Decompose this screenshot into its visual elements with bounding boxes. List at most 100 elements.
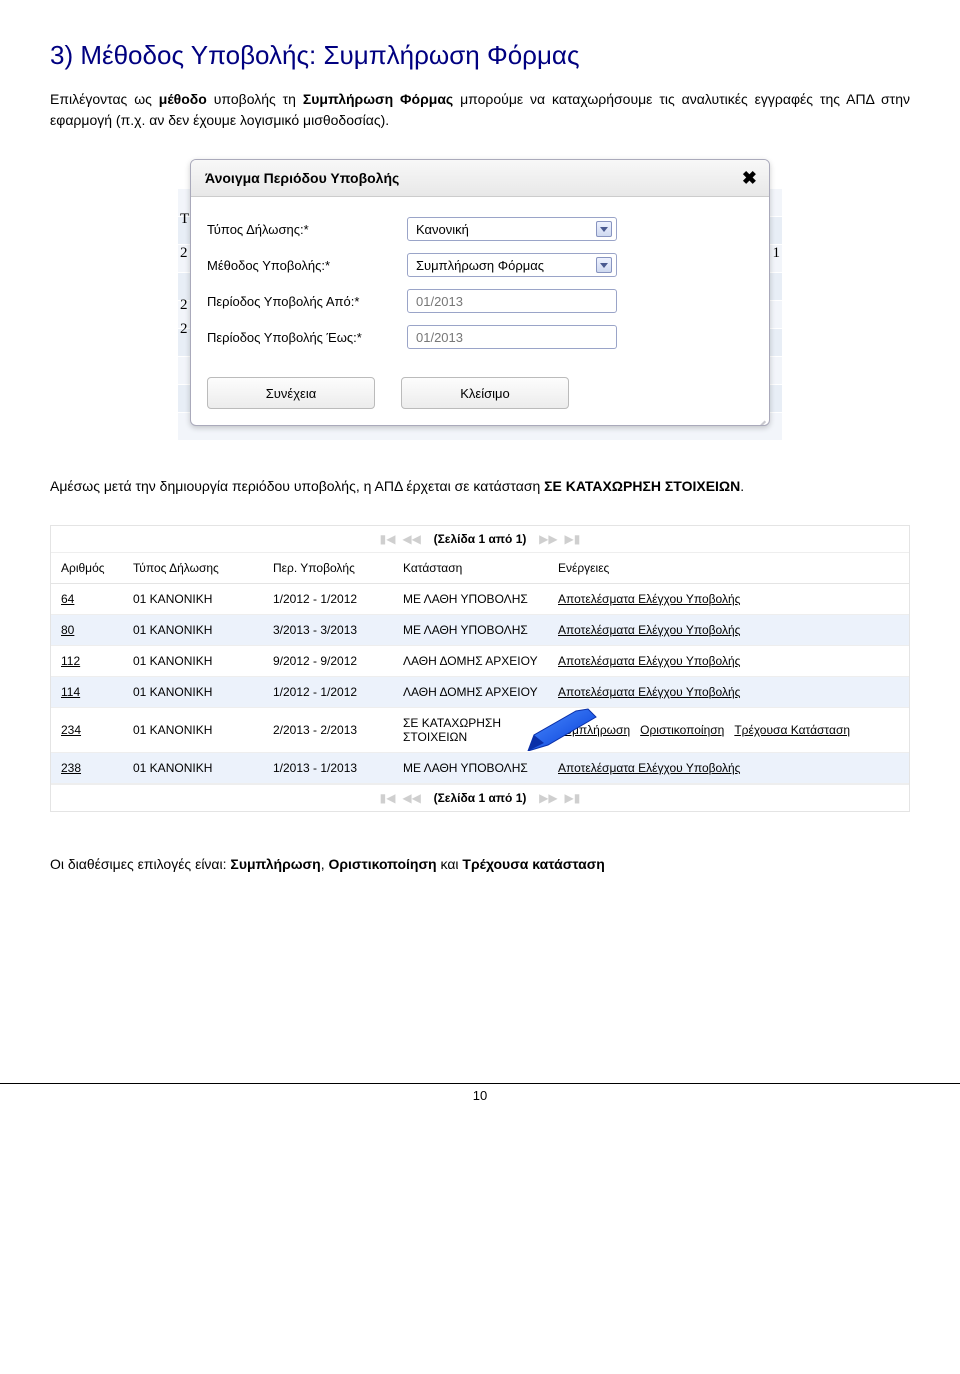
row-action-link[interactable]: Συμπλήρωση: [558, 723, 630, 737]
section-heading: 3) Μέθοδος Υποβολής: Συμπλήρωση Φόρμας: [50, 40, 910, 71]
pager-first-icon[interactable]: ▮◀: [378, 530, 398, 548]
pager-last-icon[interactable]: ▶▮: [562, 789, 582, 807]
row-type: 01 ΚΑΝΟΝΙΚΗ: [123, 708, 263, 753]
period-from-input[interactable]: [407, 289, 617, 313]
row-id-link[interactable]: 114: [61, 685, 80, 699]
resize-handle-icon[interactable]: [754, 410, 766, 422]
pager-top: ▮◀ ◀◀ (Σελίδα 1 από 1) ▶▶ ▶▮: [51, 526, 909, 553]
row-actions: Αποτελέσματα Ελέγχου Υποβολής: [548, 584, 909, 615]
pager-label: (Σελίδα 1 από 1): [426, 532, 535, 546]
row-period: 1/2013 - 1/2013: [263, 753, 393, 784]
page-footer: 10: [0, 1083, 960, 1133]
data-grid: ▮◀ ◀◀ (Σελίδα 1 από 1) ▶▶ ▶▮ Αριθμός Τύπ…: [50, 525, 910, 812]
period-to-input[interactable]: [407, 325, 617, 349]
pager-first-icon[interactable]: ▮◀: [378, 789, 398, 807]
row-actions: Αποτελέσματα Ελέγχου Υποβολής: [548, 615, 909, 646]
row-type: 01 ΚΑΝΟΝΙΚΗ: [123, 677, 263, 708]
row-status: ΜΕ ΛΑΘΗ ΥΠΟΒΟΛΗΣ: [393, 615, 548, 646]
bg-marker: 1: [773, 245, 781, 262]
row-period: 1/2012 - 1/2012: [263, 677, 393, 708]
col-header-actions: Ενέργειες: [548, 553, 909, 584]
row-period: 2/2013 - 2/2013: [263, 708, 393, 753]
row-id-link[interactable]: 238: [61, 761, 81, 775]
intro-text: Επιλέγοντας ως: [50, 91, 159, 107]
col-header-id: Αριθμός: [51, 553, 123, 584]
close-button[interactable]: Κλείσιμο: [401, 377, 569, 409]
bg-marker: 2: [180, 321, 188, 338]
row-status: ΣΕ ΚΑΤΑΧΩΡΗΣΗ ΣΤΟΙΧΕΙΩΝ: [393, 708, 548, 753]
page-number: 10: [473, 1088, 487, 1103]
close-icon[interactable]: ✖: [742, 168, 757, 189]
row-id-link[interactable]: 80: [61, 623, 74, 637]
col-header-period: Περ. Υποβολής: [263, 553, 393, 584]
pager-prev-icon[interactable]: ◀◀: [402, 789, 422, 807]
row-action-link[interactable]: Οριστικοποίηση: [640, 723, 724, 737]
row-type: 01 ΚΑΝΟΝΙΚΗ: [123, 584, 263, 615]
pager-next-icon[interactable]: ▶▶: [538, 789, 558, 807]
chevron-down-icon: [596, 257, 612, 273]
open-period-dialog: Άνοιγμα Περιόδου Υποβολής ✖ Τύπος Δήλωση…: [190, 159, 770, 426]
row-status: ΜΕ ΛΑΘΗ ΥΠΟΒΟΛΗΣ: [393, 753, 548, 784]
col-header-status: Κατάσταση: [393, 553, 548, 584]
row-id-link[interactable]: 234: [61, 723, 81, 737]
submission-method-value: Συμπλήρωση Φόρμας: [416, 258, 544, 273]
row-action-link[interactable]: Τρέχουσα Κατάσταση: [734, 723, 850, 737]
table-row: 80 01 ΚΑΝΟΝΙΚΗ3/2013 - 3/2013ΜΕ ΛΑΘΗ ΥΠΟΒ…: [51, 615, 909, 646]
pager-next-icon[interactable]: ▶▶: [538, 530, 558, 548]
footer-bold-3: Τρέχουσα κατάσταση: [462, 856, 604, 872]
bg-marker: Τ: [180, 211, 189, 228]
mid-text: .: [740, 478, 744, 494]
pager-label: (Σελίδα 1 από 1): [426, 791, 535, 805]
row-status: ΜΕ ΛΑΘΗ ΥΠΟΒΟΛΗΣ: [393, 584, 548, 615]
mid-bold-status: ΣΕ ΚΑΤΑΧΩΡΗΣΗ ΣΤΟΙΧΕΙΩΝ: [544, 478, 740, 494]
row-period: 9/2012 - 9/2012: [263, 646, 393, 677]
row-action-link[interactable]: Αποτελέσματα Ελέγχου Υποβολής: [558, 654, 740, 668]
mid-paragraph: Αμέσως μετά την δημιουργία περιόδου υποβ…: [50, 476, 910, 497]
grid-container: ▮◀ ◀◀ (Σελίδα 1 από 1) ▶▶ ▶▮ Αριθμός Τύπ…: [50, 525, 910, 812]
declaration-type-select[interactable]: Κανονική: [407, 217, 617, 241]
table-row: 64 01 ΚΑΝΟΝΙΚΗ1/2012 - 1/2012ΜΕ ΛΑΘΗ ΥΠΟΒ…: [51, 584, 909, 615]
col-header-type: Τύπος Δήλωσης: [123, 553, 263, 584]
footer-text: Οι διαθέσιμες επιλογές είναι:: [50, 856, 230, 872]
intro-paragraph: Επιλέγοντας ως μέθοδο υποβολής τη Συμπλή…: [50, 89, 910, 131]
row-id-link[interactable]: 112: [61, 654, 80, 668]
submission-method-select[interactable]: Συμπλήρωση Φόρμας: [407, 253, 617, 277]
row-actions: Αποτελέσματα Ελέγχου Υποβολής: [548, 646, 909, 677]
row-id-link[interactable]: 64: [61, 592, 74, 606]
pager-bottom: ▮◀ ◀◀ (Σελίδα 1 από 1) ▶▶ ▶▮: [51, 784, 909, 811]
row-action-link[interactable]: Αποτελέσματα Ελέγχου Υποβολής: [558, 592, 740, 606]
row-period: 3/2013 - 3/2013: [263, 615, 393, 646]
mid-text: Αμέσως μετά την δημιουργία περιόδου υποβ…: [50, 478, 544, 494]
row-status: ΛΑΘΗ ΔΟΜΗΣ ΑΡΧΕΙΟΥ: [393, 646, 548, 677]
pager-prev-icon[interactable]: ◀◀: [402, 530, 422, 548]
row-type: 01 ΚΑΝΟΝΙΚΗ: [123, 753, 263, 784]
row-action-link[interactable]: Αποτελέσματα Ελέγχου Υποβολής: [558, 685, 740, 699]
row-action-link[interactable]: Αποτελέσματα Ελέγχου Υποβολής: [558, 623, 740, 637]
declaration-type-value: Κανονική: [416, 222, 469, 237]
footer-bold-1: Συμπλήρωση: [230, 856, 320, 872]
chevron-down-icon: [596, 221, 612, 237]
row-status: ΛΑΘΗ ΔΟΜΗΣ ΑΡΧΕΙΟΥ: [393, 677, 548, 708]
row-actions: Συμπλήρωση Οριστικοποίηση Τρέχουσα Κατάστα…: [548, 708, 909, 753]
footer-text: και: [437, 856, 463, 872]
declaration-type-label: Τύπος Δήλωσης:*: [207, 222, 407, 237]
intro-bold-form: Συμπλήρωση Φόρμας: [303, 91, 453, 107]
table-row: 114 01 ΚΑΝΟΝΙΚΗ1/2012 - 1/2012ΛΑΘΗ ΔΟΜΗΣ …: [51, 677, 909, 708]
dialog-screenshot: Τ 2 1 2 2 Άνοιγμα Περιόδου Υποβολής ✖ Τύ…: [190, 159, 770, 426]
submission-method-label: Μέθοδος Υποβολής:*: [207, 258, 407, 273]
row-action-link[interactable]: Αποτελέσματα Ελέγχου Υποβολής: [558, 761, 740, 775]
row-actions: Αποτελέσματα Ελέγχου Υποβολής: [548, 753, 909, 784]
row-actions: Αποτελέσματα Ελέγχου Υποβολής: [548, 677, 909, 708]
row-type: 01 ΚΑΝΟΝΙΚΗ: [123, 615, 263, 646]
table-row: 112 01 ΚΑΝΟΝΙΚΗ9/2012 - 9/2012ΛΑΘΗ ΔΟΜΗΣ …: [51, 646, 909, 677]
intro-text: υποβολής τη: [207, 91, 303, 107]
bg-marker: 2: [180, 297, 188, 314]
continue-button[interactable]: Συνέχεια: [207, 377, 375, 409]
intro-bold-method: μέθοδο: [159, 91, 207, 107]
period-to-label: Περίοδος Υποβολής Έως:*: [207, 330, 407, 345]
bg-marker: 2: [180, 245, 188, 262]
pager-last-icon[interactable]: ▶▮: [562, 530, 582, 548]
row-type: 01 ΚΑΝΟΝΙΚΗ: [123, 646, 263, 677]
row-period: 1/2012 - 1/2012: [263, 584, 393, 615]
table-row: 234 01 ΚΑΝΟΝΙΚΗ2/2013 - 2/2013ΣΕ ΚΑΤΑΧΩΡΗ…: [51, 708, 909, 753]
